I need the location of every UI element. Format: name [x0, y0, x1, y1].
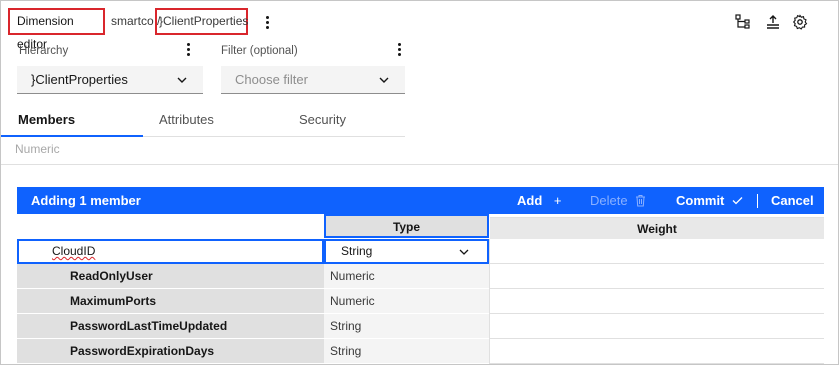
- breadcrumb-path[interactable]: smartco /: [111, 8, 160, 35]
- new-member-weight-cell[interactable]: [489, 239, 824, 264]
- member-name-cell[interactable]: PasswordLastTimeUpdated: [17, 314, 324, 339]
- member-type-cell[interactable]: String: [324, 314, 489, 339]
- settings-gear-icon[interactable]: [792, 14, 808, 30]
- type-hint-text: Numeric: [15, 142, 60, 156]
- new-member-name-input[interactable]: CloudID: [17, 239, 324, 264]
- dimension-editor-window: Dimension editor smartco / }ClientProper…: [0, 0, 839, 365]
- new-member-type-value: String: [341, 244, 373, 258]
- member-weight-cell[interactable]: [489, 339, 824, 364]
- hierarchy-icon[interactable]: [735, 14, 751, 30]
- dimension-editor-breadcrumb[interactable]: Dimension editor: [8, 8, 105, 51]
- dimension-name-breadcrumb[interactable]: }ClientProperties: [155, 8, 248, 35]
- checkmark-icon: [732, 197, 743, 205]
- weight-column-header[interactable]: Weight: [490, 217, 824, 239]
- trash-icon: [636, 195, 646, 207]
- member-name-cell[interactable]: PasswordExpirationDays: [17, 339, 324, 364]
- table-row: PasswordExpirationDays String: [17, 339, 824, 364]
- name-column-header: [17, 214, 324, 238]
- hierarchy-select[interactable]: }ClientProperties: [17, 66, 203, 94]
- section-divider: [1, 164, 838, 165]
- chevron-down-icon: [177, 77, 187, 83]
- new-member-type-select[interactable]: String: [324, 239, 489, 264]
- new-member-name: CloudID: [52, 244, 96, 258]
- chevron-down-icon: [459, 249, 469, 255]
- hierarchy-select-value: }ClientProperties: [31, 72, 128, 87]
- chevron-down-icon: [379, 77, 389, 83]
- member-type-cell[interactable]: String: [324, 339, 489, 364]
- table-row: ReadOnlyUser Numeric: [17, 264, 824, 289]
- action-separator: [757, 194, 758, 208]
- commit-label: Commit: [676, 193, 725, 208]
- type-column-header[interactable]: Type: [324, 214, 489, 238]
- member-weight-cell[interactable]: [489, 289, 824, 314]
- grid-status-text: Adding 1 member: [31, 193, 141, 208]
- member-name-cell[interactable]: ReadOnlyUser: [17, 264, 324, 289]
- filter-label: Filter (optional): [221, 45, 298, 57]
- delete-member-button[interactable]: Delete: [590, 187, 646, 214]
- hierarchy-label: Hierarchy: [19, 45, 69, 57]
- add-label: Add: [517, 193, 543, 208]
- grid-action-bar: Adding 1 member Add + Delete Commit Canc…: [17, 187, 824, 214]
- hierarchy-overflow-menu-icon[interactable]: [181, 41, 195, 57]
- tab-security[interactable]: Security: [278, 107, 405, 137]
- add-member-button[interactable]: Add +: [517, 187, 562, 214]
- tab-attributes[interactable]: Attributes: [143, 107, 278, 137]
- new-member-row: CloudID String: [17, 239, 824, 264]
- member-weight-cell[interactable]: [489, 264, 824, 289]
- editor-tabs: Members Attributes Security: [1, 107, 405, 137]
- cancel-button[interactable]: Cancel: [771, 187, 814, 214]
- delete-label: Delete: [590, 193, 628, 208]
- member-weight-cell[interactable]: [489, 314, 824, 339]
- commit-button[interactable]: Commit: [676, 187, 743, 214]
- filter-select-placeholder: Choose filter: [235, 72, 308, 87]
- member-type-cell[interactable]: Numeric: [324, 289, 489, 314]
- member-type-cell[interactable]: Numeric: [324, 264, 489, 289]
- filter-select[interactable]: Choose filter: [221, 66, 405, 94]
- table-row: PasswordLastTimeUpdated String: [17, 314, 824, 339]
- table-row: MaximumPorts Numeric: [17, 289, 824, 314]
- filter-overflow-menu-icon[interactable]: [392, 41, 406, 57]
- tab-members[interactable]: Members: [1, 107, 143, 137]
- members-grid: Adding 1 member Add + Delete Commit Canc…: [17, 187, 824, 364]
- member-name-cell[interactable]: MaximumPorts: [17, 289, 324, 314]
- upload-icon[interactable]: [765, 14, 781, 30]
- header-overflow-menu-icon[interactable]: [260, 14, 274, 30]
- plus-icon: +: [553, 193, 562, 208]
